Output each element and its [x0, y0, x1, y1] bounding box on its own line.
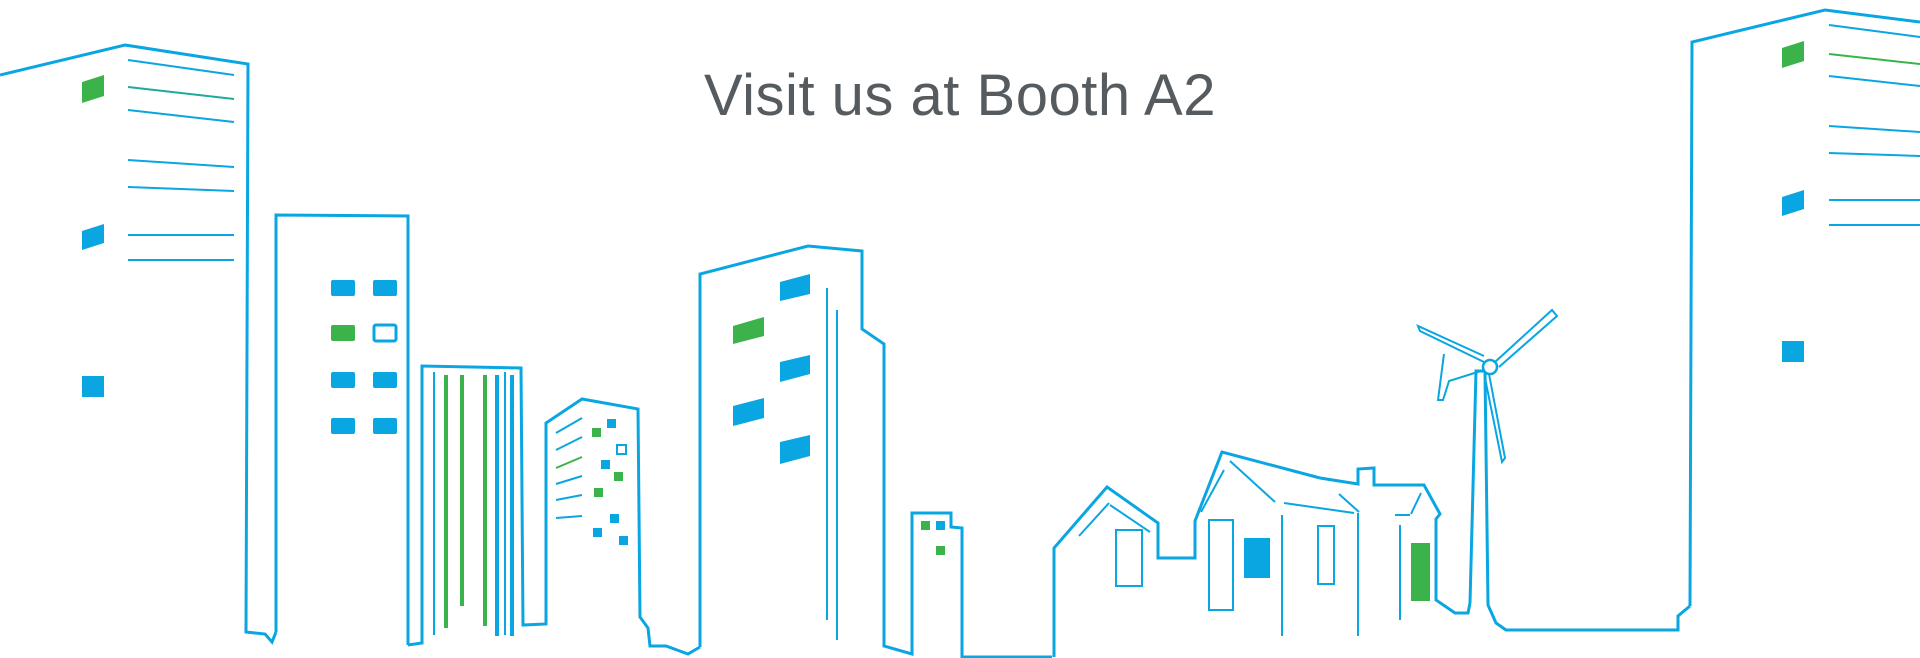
left-tower — [0, 43, 278, 645]
booth-headline: Visit us at Booth A2 — [704, 63, 1216, 128]
houses — [1052, 450, 1472, 657]
grid-window-building — [274, 213, 410, 645]
wind-turbine-icon — [1416, 308, 1691, 632]
center-building — [698, 244, 1052, 658]
scatter-window-building — [544, 397, 701, 656]
striped-building — [407, 364, 548, 647]
